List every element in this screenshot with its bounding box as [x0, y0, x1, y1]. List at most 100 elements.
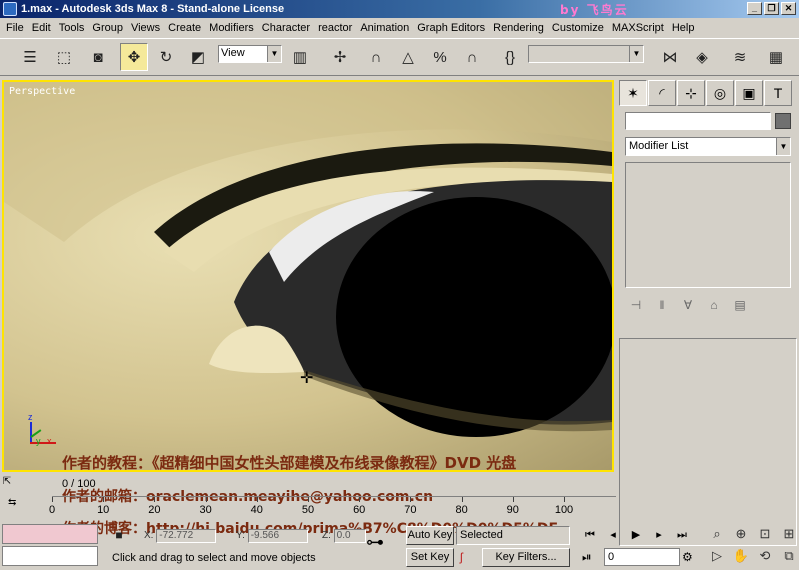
ruler-tick [205, 497, 207, 502]
menu-animation[interactable]: Animation [356, 22, 413, 34]
remove-modifier-icon[interactable]: ⌂ [705, 298, 723, 312]
restore-button[interactable]: ❐ [764, 2, 779, 15]
menu-modifiers[interactable]: Modifiers [205, 22, 258, 34]
coord-z-field[interactable]: 0.0 [333, 529, 366, 543]
reference-coord-select[interactable]: View ▼ [218, 45, 282, 63]
angle-snap-icon[interactable]: △ [394, 43, 422, 71]
coord-z: Z: 0.0 [322, 529, 366, 545]
minimize-button[interactable]: _ [747, 2, 762, 15]
utilities-tab-icon[interactable]: T [764, 80, 792, 106]
menu-rendering[interactable]: Rendering [489, 22, 548, 34]
menu-customize[interactable]: Customize [548, 22, 608, 34]
perspective-viewport[interactable]: Perspective z y x ✛ [2, 80, 614, 472]
auto-key-button[interactable]: Auto Key [406, 526, 454, 545]
rect-selection-icon[interactable]: ⬚ [50, 43, 78, 71]
ruler-tick [154, 497, 156, 502]
manipulate-icon[interactable]: ✢ [326, 43, 354, 71]
spinner-snap-icon[interactable]: ∩ [458, 43, 486, 71]
axis-z-label: z [28, 412, 33, 422]
modify-tab-icon[interactable]: ◜ [648, 80, 676, 106]
set-key-button[interactable]: Set Key [406, 548, 454, 567]
zoom-extents-all-icon[interactable]: ⊞ [778, 524, 799, 544]
pan-icon[interactable]: ✋ [730, 546, 752, 566]
motion-tab-icon[interactable]: ◎ [706, 80, 734, 106]
zoom-icon[interactable]: ⌕ [706, 524, 728, 544]
maxscript-listener-white[interactable] [2, 546, 98, 566]
maxscript-listener-pink[interactable] [2, 524, 98, 544]
next-frame-icon[interactable]: ▸ [649, 526, 669, 544]
object-name-field[interactable] [625, 112, 771, 130]
ruler-label: 30 [199, 504, 212, 516]
previous-frame-icon[interactable]: ◂ [603, 526, 623, 544]
menu-group[interactable]: Group [88, 22, 127, 34]
current-frame-field[interactable]: 0 [604, 548, 680, 566]
menu-views[interactable]: Views [127, 22, 164, 34]
menu-help[interactable]: Help [668, 22, 699, 34]
edit-named-selection-icon[interactable]: {} [496, 43, 524, 71]
menu-file[interactable]: File [2, 22, 28, 34]
percent-snap-icon[interactable]: % [426, 43, 454, 71]
select-by-name-icon[interactable]: ☰ [16, 43, 44, 71]
menu-graph-editors[interactable]: Graph Editors [413, 22, 489, 34]
named-selection-set-select[interactable]: ▼ [528, 45, 644, 63]
time-slider-label[interactable]: 0 / 100 [62, 478, 96, 490]
menu-character[interactable]: Character [258, 22, 314, 34]
select-move-icon[interactable]: ✥ [120, 43, 148, 71]
configure-sets-icon[interactable]: ▤ [731, 298, 749, 312]
modifier-stack[interactable] [625, 162, 791, 288]
time-config-icon[interactable]: ⚙ [682, 550, 693, 564]
ruler-tick [564, 497, 565, 502]
menu-edit[interactable]: Edit [28, 22, 55, 34]
play-icon[interactable]: ▶ [626, 526, 646, 544]
key-mode-toggle-icon[interactable]: ⏯ [582, 550, 592, 565]
ruler-label: 20 [148, 504, 161, 516]
show-end-result-icon[interactable]: ‖ [653, 298, 671, 312]
key-mode-curve-icon[interactable]: ʃ [460, 550, 463, 564]
window-title: 1.max - Autodesk 3ds Max 8 - Stand-alone… [21, 3, 285, 15]
layer-manager-icon[interactable]: ≋ [726, 43, 754, 71]
mirror-icon[interactable]: ⋈ [656, 43, 684, 71]
key-filters-button[interactable]: Key Filters... [482, 548, 570, 567]
select-rotate-icon[interactable]: ↻ [152, 43, 180, 71]
menu-maxscript[interactable]: MAXScript [608, 22, 668, 34]
arc-rotate-icon[interactable]: ⟲ [754, 546, 776, 566]
modifier-list-select[interactable]: Modifier List ▼ [625, 137, 791, 156]
menu-create[interactable]: Create [164, 22, 205, 34]
display-tab-icon[interactable]: ▣ [735, 80, 763, 106]
mini-curve-editor-icon[interactable]: ⇆ [8, 497, 32, 513]
track-view-icon[interactable]: ⇱ [0, 476, 14, 490]
window-crossing-icon[interactable]: ◙ [84, 43, 112, 71]
select-scale-icon[interactable]: ◩ [184, 43, 212, 71]
snap-3d-icon[interactable]: ∩ [362, 43, 390, 71]
viewport-label[interactable]: Perspective [9, 86, 75, 97]
coord-x-field[interactable]: -72.772 [156, 529, 217, 543]
pin-stack-icon[interactable]: ⊣ [627, 298, 645, 312]
key-selection-select[interactable]: Selected [456, 526, 570, 545]
menu-reactor[interactable]: reactor [314, 22, 356, 34]
maximize-viewport-icon[interactable]: ⧉ [778, 546, 799, 566]
go-to-end-icon[interactable]: ⏭ [672, 526, 692, 544]
make-unique-icon[interactable]: ∀ [679, 298, 697, 312]
chevron-down-icon: ▼ [629, 46, 643, 62]
zoom-all-icon[interactable]: ⊕ [730, 524, 752, 544]
menu-tools[interactable]: Tools [55, 22, 89, 34]
lock-selection-icon[interactable]: ■ [110, 526, 128, 544]
zoom-extents-icon[interactable]: ⊡ [754, 524, 776, 544]
viewport-navigation: ⌕ ⊕ ⊡ ⊞ ▷ ✋ ⟲ ⧉ [706, 524, 798, 566]
pivot-center-icon[interactable]: ▥ [286, 43, 314, 71]
align-icon[interactable]: ◈ [688, 43, 716, 71]
command-panel-tabs: ✶ ◜ ⊹ ◎ ▣ T [619, 80, 797, 108]
hierarchy-tab-icon[interactable]: ⊹ [677, 80, 705, 106]
close-button[interactable]: ✕ [781, 2, 796, 15]
field-of-view-icon[interactable]: ▷ [706, 546, 728, 566]
create-tab-icon[interactable]: ✶ [619, 80, 647, 106]
ruler-tick [256, 497, 258, 502]
app-icon[interactable] [3, 2, 17, 16]
timeline-ruler[interactable]: 0 10 20 30 40 50 60 70 80 90 100 [49, 496, 616, 520]
go-to-start-icon[interactable]: ⏮ [580, 526, 600, 544]
object-color-swatch[interactable] [775, 113, 791, 129]
curve-editor-icon[interactable]: ▦ [762, 43, 790, 71]
key-icon[interactable]: ⊶ [366, 532, 384, 553]
ruler-tick [410, 497, 412, 502]
coord-y-field[interactable]: -9.566 [247, 529, 308, 543]
